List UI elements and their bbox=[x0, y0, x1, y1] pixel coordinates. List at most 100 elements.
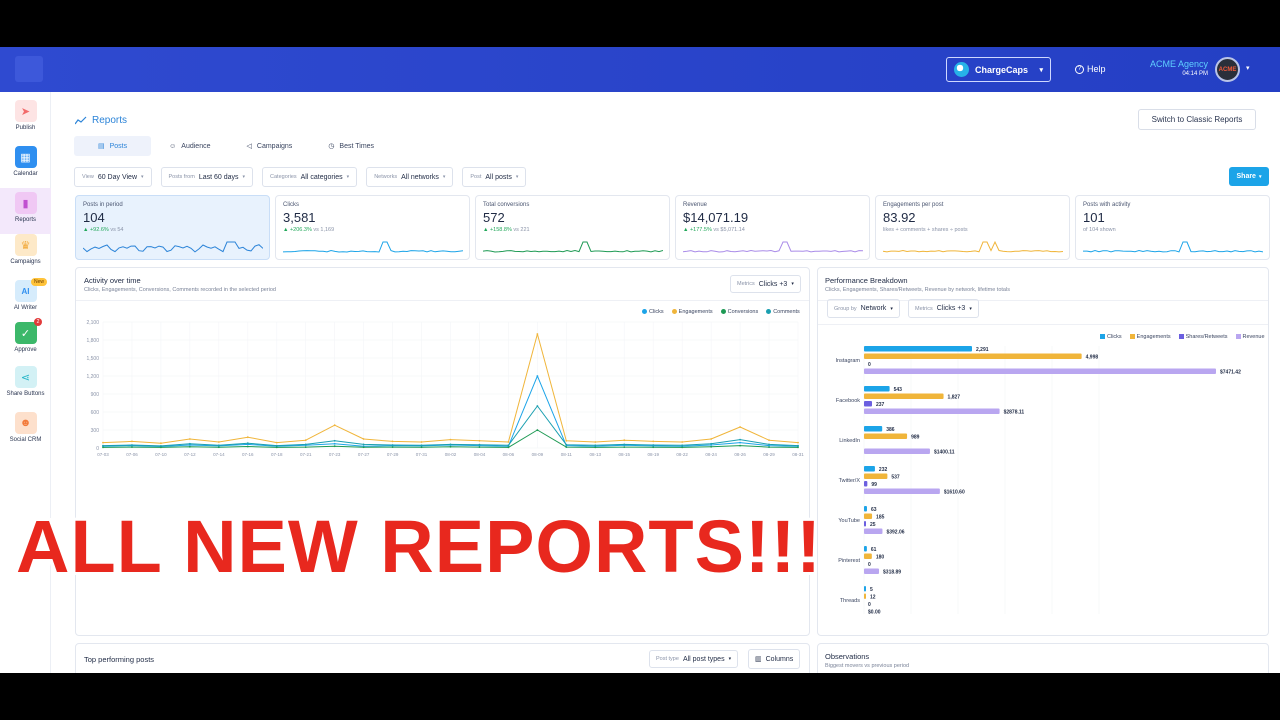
legend-item[interactable]: Engagements bbox=[1130, 334, 1171, 340]
bar-shares-retweets[interactable] bbox=[864, 401, 872, 407]
kpi-value: 101 bbox=[1083, 210, 1262, 225]
data-point bbox=[739, 426, 741, 428]
bar-engagements[interactable] bbox=[864, 394, 944, 400]
legend-item[interactable]: Conversions bbox=[721, 309, 759, 315]
bar-engagements[interactable] bbox=[864, 354, 1082, 360]
bar-revenue[interactable] bbox=[864, 449, 930, 455]
audience-icon: ☺ bbox=[169, 143, 176, 150]
bar-value-label: 61 bbox=[871, 547, 877, 553]
bar-shares-retweets[interactable] bbox=[864, 521, 866, 527]
bar-revenue[interactable] bbox=[864, 409, 1000, 415]
sidebar-item-calendar[interactable]: ▦ Calendar bbox=[0, 146, 51, 186]
kpi-card[interactable]: Posts with activity 101 of 104 shown bbox=[1075, 195, 1270, 260]
bar-revenue[interactable] bbox=[864, 369, 1216, 375]
chevron-down-icon[interactable]: ▾ bbox=[1246, 64, 1250, 72]
x-tick-label: 08-09 bbox=[532, 452, 544, 457]
post-filter[interactable]: Post All posts ▾ bbox=[462, 167, 526, 187]
bar-engagements[interactable] bbox=[864, 474, 887, 480]
breakdown-metrics-select[interactable]: Metrics Clicks +3 ▾ bbox=[908, 299, 979, 318]
share-icon: ⋖ bbox=[15, 366, 37, 388]
kpi-change: ▲ +206.3% bbox=[283, 227, 312, 233]
tab-campaigns[interactable]: ◁ Campaigns bbox=[229, 136, 311, 156]
bar-engagements[interactable] bbox=[864, 594, 866, 600]
legend-swatch bbox=[1179, 334, 1184, 339]
bar-clicks[interactable] bbox=[864, 586, 866, 592]
data-point bbox=[710, 443, 712, 445]
bar-clicks[interactable] bbox=[864, 546, 867, 552]
columns-button[interactable]: ▥ Columns bbox=[748, 649, 800, 669]
tab-best-times[interactable]: ◷ Best Times bbox=[310, 136, 392, 156]
activity-metrics-select[interactable]: Metrics Clicks +3 ▾ bbox=[730, 275, 801, 293]
brand-selector[interactable]: ChargeCaps ▾ bbox=[946, 57, 1051, 82]
data-point bbox=[536, 333, 538, 335]
data-point bbox=[508, 447, 510, 449]
kpi-subtext: likes + comments + shares ÷ posts bbox=[883, 227, 1062, 233]
switch-classic-reports-button[interactable]: Switch to Classic Reports bbox=[1138, 109, 1256, 130]
sparkline-line bbox=[683, 242, 863, 252]
tab-audience[interactable]: ☺ Audience bbox=[151, 136, 228, 156]
post-type-select[interactable]: Post type All post types ▾ bbox=[649, 650, 738, 668]
kpi-sparkline bbox=[1083, 240, 1263, 254]
bar-engagements[interactable] bbox=[864, 434, 907, 440]
data-point bbox=[768, 446, 770, 448]
kpi-card[interactable]: Engagements per post 83.92 likes + comme… bbox=[875, 195, 1070, 260]
data-point bbox=[623, 439, 625, 441]
categories-filter[interactable]: Categories All categories ▾ bbox=[262, 167, 357, 187]
legend-label: Engagements bbox=[1137, 334, 1171, 340]
view-filter[interactable]: View 60 Day View ▾ bbox=[74, 167, 152, 187]
sidebar-item-approve[interactable]: ✓ 2 Approve bbox=[0, 322, 51, 362]
data-point bbox=[247, 446, 249, 448]
app-logo[interactable] bbox=[15, 56, 43, 82]
tab-label: Posts bbox=[110, 143, 128, 150]
sidebar-item-publish[interactable]: ➤ Publish bbox=[0, 100, 51, 140]
bar-revenue[interactable] bbox=[864, 529, 882, 535]
bar-revenue[interactable] bbox=[864, 569, 879, 575]
data-point bbox=[536, 375, 538, 377]
filter-value: 60 Day View bbox=[98, 174, 137, 181]
sidebar-item-campaigns[interactable]: ♛ Campaigns bbox=[0, 234, 51, 274]
group-by-select[interactable]: Group by Network ▾ bbox=[827, 299, 900, 318]
legend-item[interactable]: Clicks bbox=[642, 309, 664, 315]
megaphone-icon: ◁ bbox=[247, 142, 252, 150]
bar-shares-retweets[interactable] bbox=[864, 481, 867, 487]
avatar[interactable]: ACME bbox=[1215, 57, 1240, 82]
sidebar-item-ai-writer[interactable]: AI New AI Writer bbox=[0, 280, 51, 320]
data-point bbox=[334, 424, 336, 426]
bar-engagements[interactable] bbox=[864, 514, 872, 520]
legend-item[interactable]: Clicks bbox=[1100, 334, 1122, 340]
legend-item[interactable]: Comments bbox=[766, 309, 800, 315]
bar-clicks[interactable] bbox=[864, 426, 882, 432]
bar-clicks[interactable] bbox=[864, 386, 890, 392]
kpi-card[interactable]: Clicks 3,581 ▲ +206.3% vs 1,169 bbox=[275, 195, 470, 260]
kpi-card[interactable]: Total conversions 572 ▲ +158.8% vs 221 bbox=[475, 195, 670, 260]
networks-filter[interactable]: Networks All networks ▾ bbox=[366, 167, 453, 187]
tab-posts[interactable]: ▤ Posts bbox=[74, 136, 151, 156]
bar-clicks[interactable] bbox=[864, 466, 875, 472]
bar-value-label: 25 bbox=[870, 522, 876, 528]
sidebar-item-social-crm[interactable]: ☻ Social CRM bbox=[0, 412, 51, 452]
bar-clicks[interactable] bbox=[864, 506, 867, 512]
legend-item[interactable]: Shares/Retweets bbox=[1179, 334, 1228, 340]
sidebar-item-share-buttons[interactable]: ⋖ Share Buttons bbox=[0, 366, 51, 406]
help-link[interactable]: ? Help bbox=[1075, 64, 1106, 74]
x-tick-label: 08-24 bbox=[705, 452, 717, 457]
bar-clicks[interactable] bbox=[864, 346, 972, 352]
account-info[interactable]: ACME Agency 04:14 PM bbox=[1148, 59, 1208, 77]
bar-revenue[interactable] bbox=[864, 489, 940, 495]
bar-engagements[interactable] bbox=[864, 554, 872, 560]
chevron-down-icon: ▾ bbox=[516, 174, 519, 180]
breakdown-title: Performance Breakdown bbox=[825, 276, 1010, 285]
top-posts-card: Top performing posts Post type All post t… bbox=[75, 643, 810, 673]
approve-icon: ✓ bbox=[15, 322, 37, 344]
columns-icon: ▥ bbox=[755, 655, 762, 663]
legend-item[interactable]: Revenue bbox=[1236, 334, 1265, 340]
kpi-card[interactable]: Posts in period 104 ▲ +92.6% vs 54 bbox=[75, 195, 270, 260]
kpi-card[interactable]: Revenue $14,071.19 ▲ +177.5% vs $5,071.1… bbox=[675, 195, 870, 260]
new-badge: New bbox=[31, 278, 47, 286]
legend-label: Revenue bbox=[1243, 334, 1265, 340]
share-button[interactable]: Share ▾ bbox=[1229, 167, 1269, 186]
posts-from-filter[interactable]: Posts from Last 60 days ▾ bbox=[161, 167, 254, 187]
data-point bbox=[565, 440, 567, 442]
sidebar-item-reports[interactable]: ▮ Reports bbox=[0, 188, 51, 234]
legend-item[interactable]: Engagements bbox=[672, 309, 713, 315]
